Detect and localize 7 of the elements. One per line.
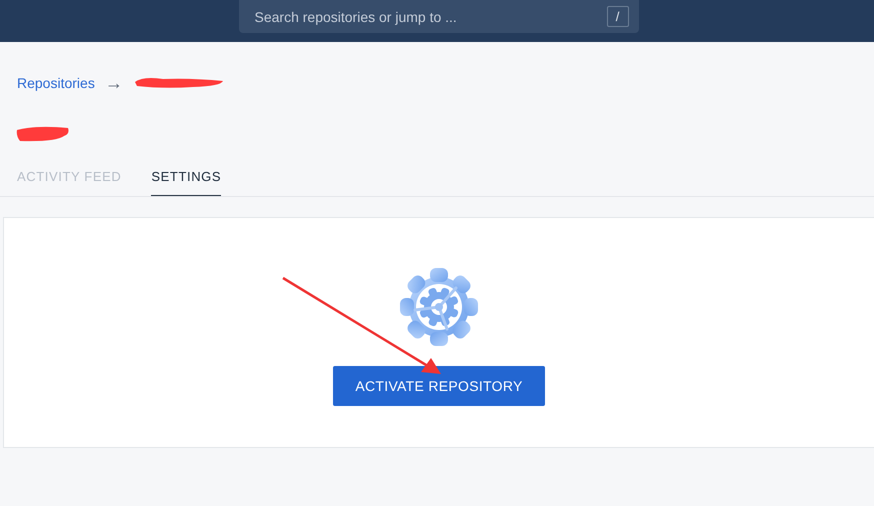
tab[interactable]: SETTINGS <box>151 160 222 196</box>
activate-button[interactable]: ACTIVATE REPOSITORY <box>333 366 545 406</box>
redaction-mark <box>16 124 70 144</box>
breadcrumb-link[interactable]: Repositories <box>17 75 95 91</box>
breadcrumb-separator: → <box>104 72 123 94</box>
gear-icon <box>398 266 480 348</box>
shortcut-key: / <box>606 6 628 27</box>
